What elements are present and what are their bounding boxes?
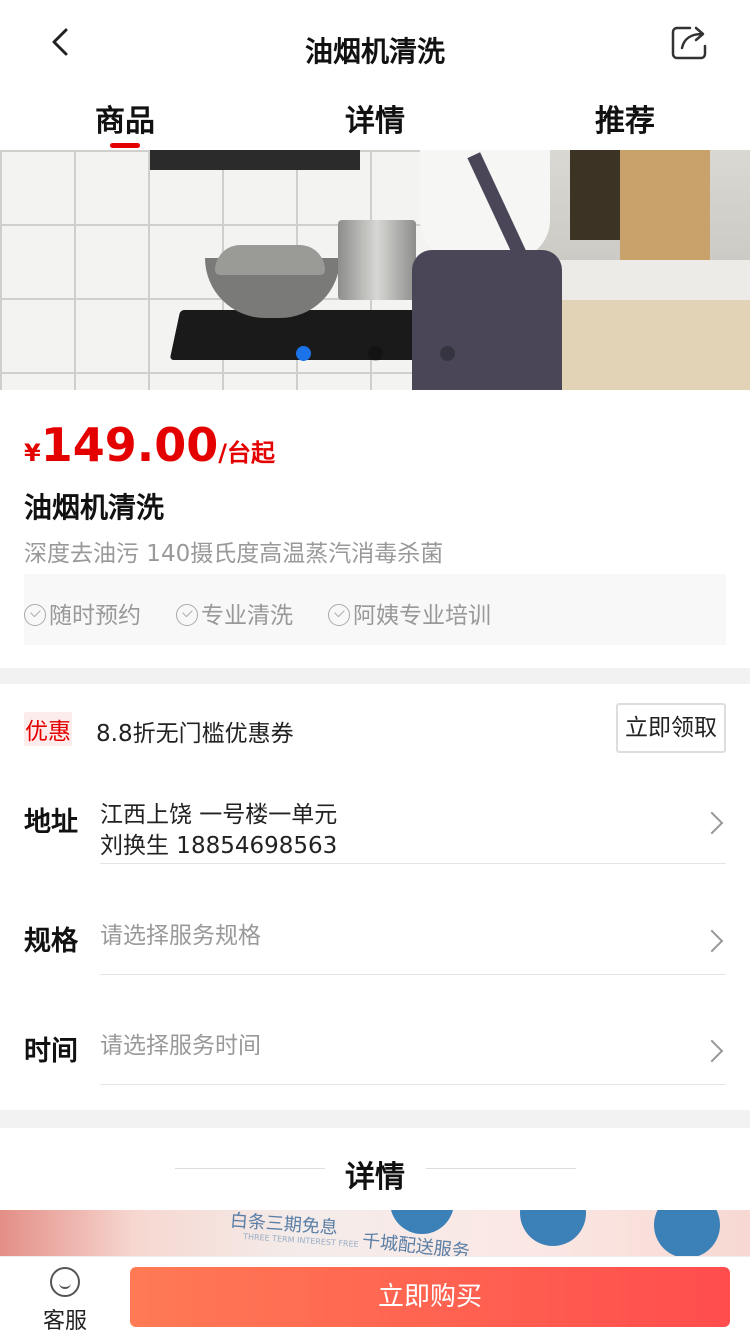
chevron-right-icon (700, 929, 724, 953)
carousel-dot[interactable] (296, 346, 311, 361)
time-row[interactable]: 时间 请选择服务时间 (0, 1015, 750, 1085)
time-label: 时间 (24, 1036, 78, 1067)
section-divider (0, 668, 750, 684)
spec-row[interactable]: 规格 请选择服务规格 (0, 905, 750, 975)
feature-tag-label: 阿姨专业培训 (353, 603, 491, 629)
tab-goods-label: 商品 (95, 104, 155, 139)
price-unit: /台起 (218, 439, 275, 467)
tab-goods[interactable]: 商品 (50, 96, 200, 148)
feature-tag-label: 随时预约 (49, 603, 141, 629)
tab-details-label: 详情 (345, 104, 405, 139)
chevron-right-icon (700, 811, 724, 835)
section-divider (0, 1110, 750, 1128)
header: 油烟机清洗 商品 详情 推荐 (0, 0, 750, 148)
check-circle-icon (24, 604, 46, 626)
coupon-tag: 优惠 (24, 712, 72, 746)
tab-bar: 商品 详情 推荐 (0, 96, 750, 150)
details-banner-image: 白条三期免息 THREE TERM INTEREST FREE 千城配送服务 (0, 1210, 750, 1256)
delivery-truck-icon (520, 1210, 586, 1246)
person-apron (412, 250, 562, 390)
countertop (540, 260, 750, 305)
cabinet (555, 300, 750, 390)
customer-service-label: 客服 (42, 1309, 87, 1334)
price: ¥149.00/台起 (24, 418, 275, 472)
smiley-icon (50, 1267, 80, 1297)
divider-line (426, 1168, 576, 1169)
range-hood (150, 150, 360, 170)
product-image-carousel[interactable] (0, 150, 750, 390)
carousel-dot[interactable] (440, 346, 455, 361)
bottle (570, 150, 620, 240)
product-subtitle: 深度去油污 140摄氏度高温蒸汽消毒杀菌 (24, 541, 444, 567)
row-divider (100, 974, 726, 975)
address-label: 地址 (24, 807, 78, 838)
currency-symbol: ¥ (24, 439, 41, 467)
tab-recommend[interactable]: 推荐 (550, 96, 700, 140)
address-line-2: 刘换生 18854698563 (100, 833, 338, 859)
customer-service-button[interactable]: 客服 (30, 1263, 100, 1334)
buy-now-button[interactable]: 立即购买 (130, 1267, 730, 1327)
price-value: 149.00 (40, 418, 219, 472)
bottom-action-bar: 客服 立即购买 (0, 1256, 750, 1334)
address-line-1: 江西上饶 一号楼一单元 (100, 802, 338, 828)
pot (338, 220, 416, 300)
active-tab-indicator (110, 143, 140, 148)
check-circle-icon (328, 604, 350, 626)
check-circle-icon (176, 604, 198, 626)
feature-tag: 随时预约 (24, 596, 141, 630)
feature-tag: 专业清洗 (176, 596, 293, 630)
time-placeholder: 请选择服务时间 (100, 1033, 261, 1059)
spec-placeholder: 请选择服务规格 (100, 923, 261, 949)
page-title: 油烟机清洗 (304, 35, 445, 68)
spec-label: 规格 (24, 926, 78, 957)
feature-tag: 阿姨专业培训 (328, 596, 491, 630)
share-icon[interactable] (668, 22, 712, 62)
product-name: 油烟机清洗 (24, 491, 165, 524)
details-section-header: 详情 (0, 1148, 750, 1198)
wok-lid (215, 245, 325, 275)
coupon-text: 8.8折无门槛优惠券 (96, 721, 294, 747)
details-title: 详情 (345, 1160, 405, 1195)
tab-recommend-label: 推荐 (595, 104, 655, 139)
feature-tag-label: 专业清洗 (201, 603, 293, 629)
customer-service-icon (654, 1210, 720, 1256)
row-divider (100, 863, 726, 864)
carousel-dot[interactable] (368, 346, 383, 361)
tab-details[interactable]: 详情 (300, 96, 450, 140)
address-row[interactable]: 地址 江西上饶 一号楼一单元 刘换生 18854698563 (0, 790, 750, 864)
cutting-board (620, 150, 710, 260)
row-divider (100, 1084, 726, 1085)
page: 油烟机清洗 商品 详情 推荐 ¥149.00/台起 油烟机清洗 深度去油污 14… (0, 0, 750, 1334)
claim-coupon-button[interactable]: 立即领取 (616, 703, 726, 753)
feature-tags: 随时预约 专业清洗 阿姨专业培训 (24, 574, 726, 645)
chevron-right-icon (700, 1039, 724, 1063)
